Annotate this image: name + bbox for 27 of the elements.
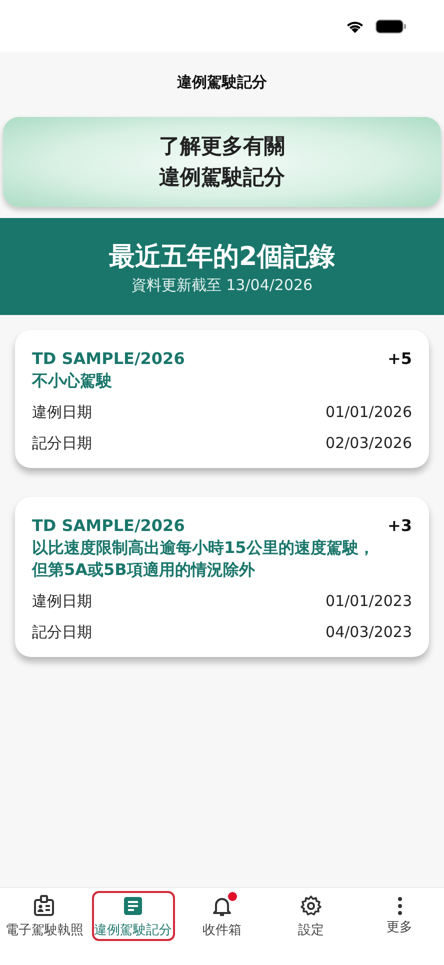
nav-tab[interactable]: 設定 <box>269 891 352 941</box>
nav-tab[interactable]: 違例駕駛記分 <box>92 891 175 941</box>
field-label: 記分日期 <box>32 622 92 643</box>
points-value: +5 <box>387 348 412 370</box>
info-button[interactable]: 了解更多有關 違例駕駛記分 <box>3 117 441 207</box>
field-label: 記分日期 <box>32 433 92 454</box>
nav-tab[interactable]: 電子駕駛執照 <box>3 891 86 941</box>
id-card-icon <box>32 894 56 918</box>
summary-title: 最近五年的2個記錄 <box>108 240 336 274</box>
offence-description: 不小心駕駛 <box>32 370 113 392</box>
field-value: 02/03/2026 <box>326 433 412 454</box>
field-value: 04/03/2023 <box>326 622 412 643</box>
field-label: 違例日期 <box>32 402 92 423</box>
field-value: 01/01/2023 <box>326 591 412 612</box>
update-date: 資料更新截至 13/04/2026 <box>131 276 313 294</box>
offence-description: 以比速度限制高出逾每小時15公里的速度駕駛，但第5A或5B項適用的情況除外 <box>32 537 376 581</box>
field-value: 01/01/2026 <box>326 402 412 423</box>
nav-tab[interactable]: 收件箱 <box>180 891 264 941</box>
more-icon <box>398 896 402 914</box>
battery-icon <box>375 18 407 34</box>
reference-number: TD SAMPLE/2026 <box>32 348 185 370</box>
settings-icon <box>298 894 323 918</box>
nav-tab[interactable]: 更多 <box>358 891 441 941</box>
points-value: +3 <box>387 515 412 537</box>
field-label: 違例日期 <box>32 591 92 612</box>
screen-title: 違例駕駛記分 <box>177 72 267 92</box>
reference-number: TD SAMPLE/2026 <box>32 515 186 537</box>
